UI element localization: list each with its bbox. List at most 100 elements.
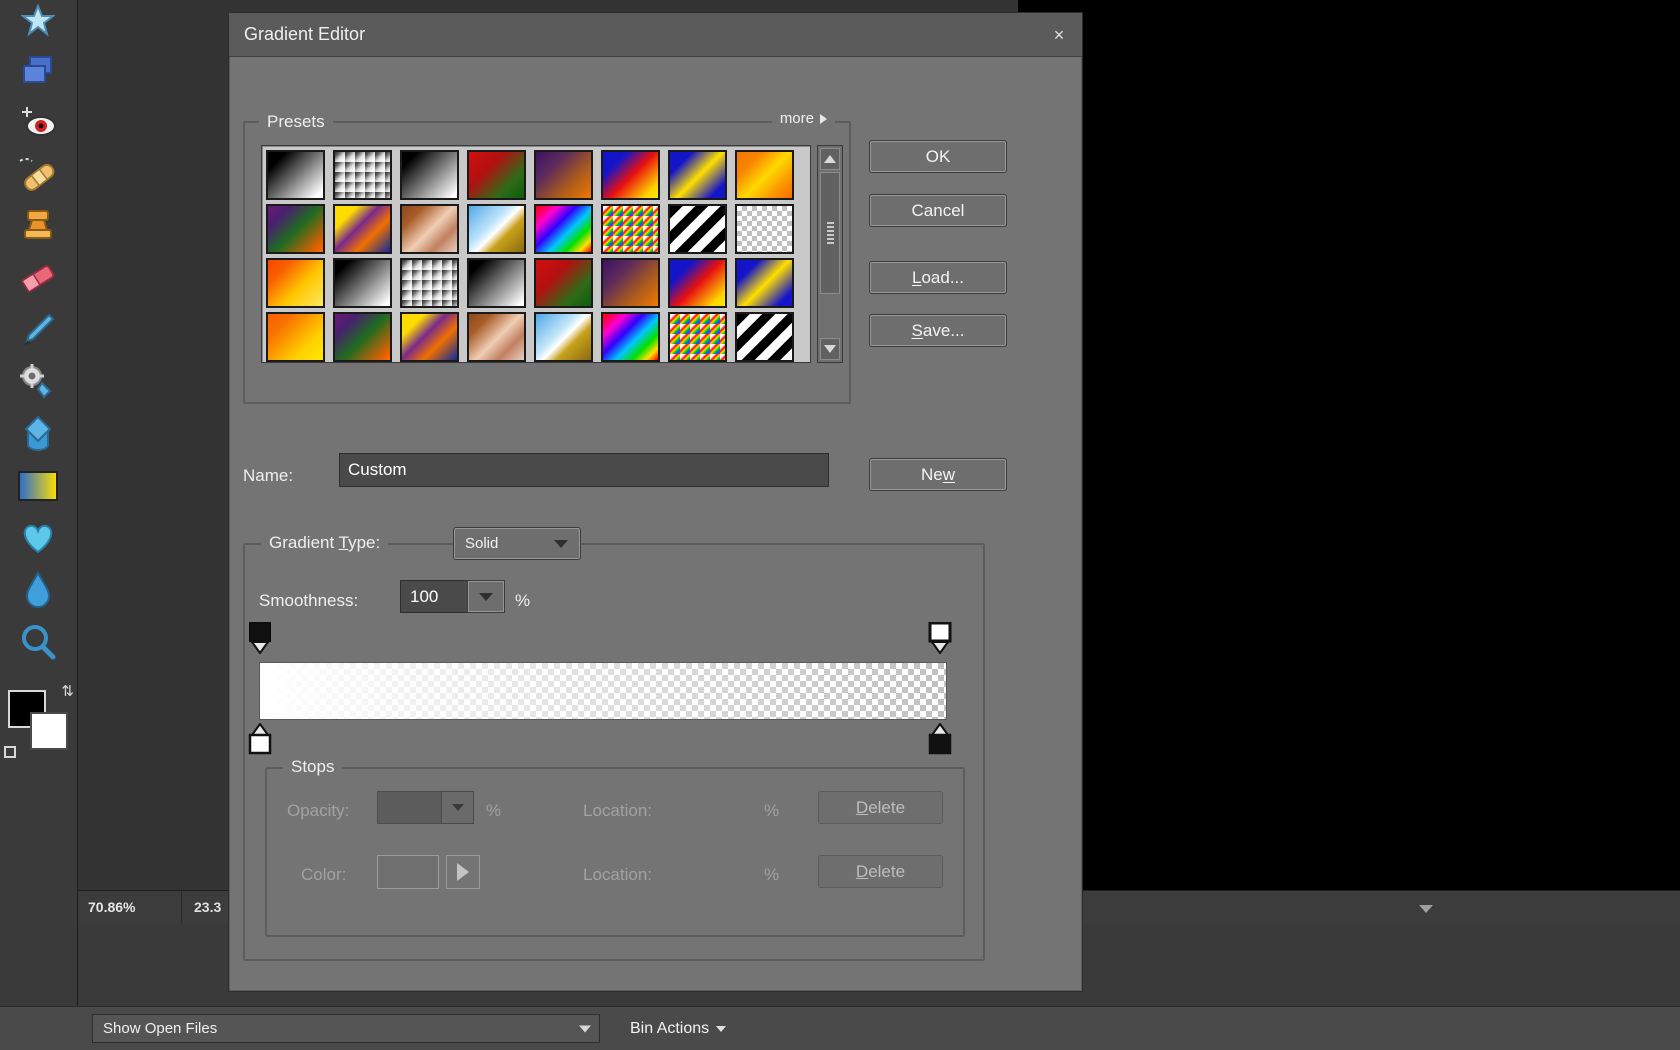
preset-swatch-foreground-to-transparent[interactable] xyxy=(333,150,392,200)
preset-swatch-red-green-2[interactable] xyxy=(534,258,593,308)
screen: ⇅ 70.86% 23.3 Show Open Files Bin Action… xyxy=(0,0,1680,1050)
preset-swatch-red-green[interactable] xyxy=(467,150,526,200)
preset-swatch-chrome-2[interactable] xyxy=(534,312,593,362)
shape-tool[interactable] xyxy=(6,44,70,96)
preset-swatch-blue-yellow-blue-2[interactable] xyxy=(735,258,794,308)
paint-bucket-tool[interactable] xyxy=(6,408,70,460)
gradient-type-group: Gradient Type: Solid Smoothness: 100 % S… xyxy=(243,527,985,961)
ok-button[interactable]: OK xyxy=(869,140,1007,173)
preset-swatch-violet-orange[interactable] xyxy=(534,150,593,200)
squares-icon xyxy=(23,56,52,83)
scrollbar-thumb[interactable] xyxy=(820,172,840,294)
preset-swatch-orange-yellow-orange[interactable] xyxy=(735,150,794,200)
brush-tool[interactable] xyxy=(6,304,70,356)
preset-swatch-fill xyxy=(268,152,323,198)
preset-swatch-black-white[interactable] xyxy=(400,150,459,200)
default-colors-icon[interactable] xyxy=(4,746,16,758)
preset-swatch-orange-yellow[interactable] xyxy=(266,258,325,308)
preset-swatch-fill xyxy=(603,260,658,306)
healing-brush-tool[interactable] xyxy=(6,148,70,200)
preset-swatch-transparent-stripes-2[interactable] xyxy=(735,204,794,254)
preset-swatch-transparent-stripes-3[interactable] xyxy=(735,312,794,362)
preset-swatch-foreground-to-transparent-2[interactable] xyxy=(400,258,459,308)
smoothness-dropdown-button[interactable] xyxy=(467,580,505,613)
color-picker-arrow-button[interactable] xyxy=(446,855,480,889)
color-swatch[interactable] xyxy=(377,855,439,889)
red-eye-removal-tool[interactable] xyxy=(6,96,70,148)
delete-rest-2: elete xyxy=(868,861,906,881)
color-stop-left[interactable] xyxy=(248,723,272,755)
preset-swatch-black-white-3[interactable] xyxy=(467,258,526,308)
horizontal-scrollbar[interactable] xyxy=(1018,890,1680,923)
presets-swatch-panel[interactable] xyxy=(261,145,811,363)
preset-swatch-transparent-stripes[interactable] xyxy=(668,204,727,254)
preset-swatch-fill xyxy=(469,314,524,360)
magnifier-icon xyxy=(22,625,56,660)
preset-swatch-spectrum-2[interactable] xyxy=(601,312,660,362)
load-button[interactable]: Load... xyxy=(869,261,1007,294)
opacity-delete-button[interactable]: Delete xyxy=(818,791,943,824)
background-color-chip[interactable] xyxy=(30,712,68,750)
preset-swatch-black-white-2[interactable] xyxy=(333,258,392,308)
preset-swatch-transparent-rainbow-2[interactable] xyxy=(668,312,727,362)
scroll-down-button[interactable] xyxy=(820,338,840,360)
color-stop-right[interactable] xyxy=(928,723,952,755)
zoom-tool[interactable] xyxy=(6,616,70,668)
presets-more-button[interactable]: more xyxy=(771,110,835,127)
preset-swatch-violet-green-orange-2[interactable] xyxy=(333,312,392,362)
preset-swatch-orange-yellow-2[interactable] xyxy=(266,312,325,362)
opacity-stop-right[interactable] xyxy=(928,622,952,654)
gt-prefix: Gradient xyxy=(269,533,339,552)
dialog-titlebar[interactable]: Gradient Editor × xyxy=(229,13,1082,57)
sponge-tool[interactable] xyxy=(6,512,70,564)
new-button[interactable]: New xyxy=(869,458,1007,491)
presets-swatch-grid xyxy=(266,150,808,362)
canvas-right xyxy=(1018,0,1680,890)
opacity-dropdown-button[interactable] xyxy=(441,791,474,824)
color-delete-button[interactable]: Delete xyxy=(818,855,943,888)
preset-swatch-copper-2[interactable] xyxy=(467,312,526,362)
color-stop-icon xyxy=(248,723,272,755)
bin-actions-menu[interactable]: Bin Actions xyxy=(630,1020,727,1038)
name-input[interactable]: Custom xyxy=(339,453,829,487)
smart-brush-tool[interactable] xyxy=(6,356,70,408)
gradient-type-select[interactable]: Solid xyxy=(453,527,581,560)
presets-scrollbar[interactable] xyxy=(817,145,843,363)
preset-swatch-fill xyxy=(268,314,323,360)
preset-swatch-transparent-rainbow[interactable] xyxy=(601,204,660,254)
preset-swatch-copper[interactable] xyxy=(400,204,459,254)
scroll-down-button[interactable] xyxy=(1408,900,1444,918)
close-icon[interactable]: × xyxy=(1048,24,1070,46)
opacity-unit: % xyxy=(486,801,502,820)
preset-swatch-violet-green-orange[interactable] xyxy=(266,204,325,254)
clone-stamp-tool[interactable] xyxy=(6,200,70,252)
preset-swatch-spectrum[interactable] xyxy=(534,204,593,254)
gradient-preview-bar[interactable] xyxy=(259,662,947,720)
preset-swatch-blue-yellow-blue[interactable] xyxy=(668,150,727,200)
preset-swatch-blue-red-yellow[interactable] xyxy=(601,150,660,200)
cookie-cutter-tool[interactable] xyxy=(6,0,70,46)
preset-swatch-violet-orange-2[interactable] xyxy=(601,258,660,308)
dialog-body: Presets more OK Cancel Load... Save... N… xyxy=(229,57,1082,992)
eraser-tool[interactable] xyxy=(6,252,70,304)
preset-swatch-fill xyxy=(402,206,457,252)
preset-swatch-yellow-violet-orange-blue[interactable] xyxy=(333,204,392,254)
preset-swatch-blue-red-yellow-2[interactable] xyxy=(668,258,727,308)
opacity-stop-left[interactable] xyxy=(248,622,272,654)
bin-filter-select[interactable]: Show Open Files xyxy=(92,1014,600,1043)
color-chips[interactable]: ⇅ xyxy=(4,683,74,758)
color-stop-icon xyxy=(928,723,952,755)
scroll-up-button[interactable] xyxy=(820,148,840,170)
chevron-right-icon xyxy=(820,113,827,124)
zoom-level[interactable]: 70.86% xyxy=(78,890,182,924)
preset-swatch-chrome[interactable] xyxy=(467,204,526,254)
preset-swatch-yellow-violet-orange-blue-2[interactable] xyxy=(400,312,459,362)
blur-tool[interactable] xyxy=(6,564,70,616)
cancel-button[interactable]: Cancel xyxy=(869,194,1007,227)
swap-colors-icon[interactable]: ⇅ xyxy=(61,682,74,700)
save-button[interactable]: Save... xyxy=(869,314,1007,347)
gradient-tool[interactable] xyxy=(6,460,70,512)
chevron-down-icon xyxy=(451,804,464,811)
preset-swatch-foreground-to-background[interactable] xyxy=(266,150,325,200)
triangle-down-icon xyxy=(824,345,836,353)
